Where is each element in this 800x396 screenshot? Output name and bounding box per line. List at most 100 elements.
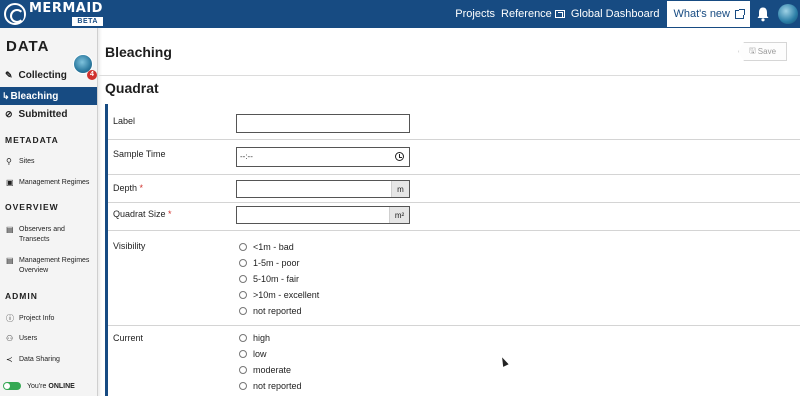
sidebar-item-mr-overview[interactable]: ▤ Management Regimes Overview [0, 256, 97, 276]
visibility-option[interactable]: not reported [239, 303, 319, 319]
user-avatar[interactable] [778, 4, 798, 24]
admin-heading: ADMIN [5, 291, 38, 301]
current-option[interactable]: high [239, 330, 302, 346]
form-row-visibility: Visibility <1m - bad 1-5m - poor 5-10m -… [108, 231, 800, 326]
sidebar-item-label: Management Regimes Overview [19, 257, 90, 274]
radio-button[interactable] [239, 350, 247, 358]
page-title: Bleaching [105, 44, 172, 60]
quadrat-size-required-marker: * [168, 209, 172, 219]
depth-required-marker: * [139, 183, 144, 193]
current-label: Current [113, 333, 144, 343]
option-label: not reported [253, 306, 302, 316]
current-option[interactable]: moderate [239, 362, 302, 378]
save-icon: 🖫 [748, 45, 756, 55]
current-options: high low moderate not reported [239, 330, 302, 394]
form-row-label: Label [108, 104, 800, 140]
sidebar-item-submitted[interactable]: ⊘ Submitted [0, 105, 97, 123]
sidebar-item-data-sharing[interactable]: ≺ Data Sharing [0, 355, 97, 365]
quadrat-size-input[interactable]: m² [236, 206, 410, 224]
sidebar-item-label: Collecting [18, 69, 67, 81]
quadrat-size-label-text: Quadrat Size [113, 209, 166, 219]
sample-time-label: Sample Time [113, 149, 166, 159]
nav-reference-label: Reference [501, 8, 552, 20]
mermaid-logo-icon [4, 3, 26, 25]
option-label: 1-5m - poor [253, 258, 300, 268]
spreadsheet-icon [554, 10, 565, 18]
visibility-option[interactable]: 5-10m - fair [239, 271, 319, 287]
whats-new-button[interactable]: What's new [667, 1, 750, 27]
visibility-option[interactable]: 1-5m - poor [239, 255, 319, 271]
online-status-text: ONLINE [48, 382, 75, 390]
section-title: Quadrat [105, 80, 159, 96]
radio-button[interactable] [239, 259, 247, 267]
save-button[interactable]: 🖫 Save [738, 42, 787, 61]
label-input[interactable] [236, 114, 410, 133]
radio-button[interactable] [239, 334, 247, 342]
option-label: <1m - bad [253, 242, 294, 252]
sidebar-item-sites[interactable]: ⚲ Sites [0, 157, 97, 167]
sidebar-item-users[interactable]: ⚇ Users [0, 334, 97, 344]
sidebar-item-label: Observers and Transects [19, 226, 65, 243]
sidebar-item-label: Project Info [19, 315, 55, 322]
radio-button[interactable] [239, 307, 247, 315]
beta-badge: BETA [72, 17, 103, 26]
option-label: high [253, 333, 271, 343]
sidebar-item-observers-transects[interactable]: ▤ Observers and Transects [0, 225, 97, 245]
sidebar-item-label: Bleaching [10, 90, 59, 102]
nav-reference-link[interactable]: Reference [501, 8, 565, 20]
nav-global-dashboard-link[interactable]: Global Dashboard [571, 8, 660, 20]
label-field-label: Label [113, 116, 136, 126]
quadrat-form: Label Sample Time --:-- Depth * m Quadra… [105, 104, 800, 396]
visibility-option[interactable]: >10m - excellent [239, 287, 319, 303]
form-row-depth: Depth * m [108, 175, 800, 203]
depth-label: Depth * [113, 183, 143, 193]
sample-time-value: --:-- [240, 152, 253, 161]
visibility-option[interactable]: <1m - bad [239, 239, 319, 255]
sidebar-item-project-info[interactable]: ⓘ Project Info [0, 314, 97, 324]
current-option[interactable]: low [239, 346, 302, 362]
sidebar-shadow [98, 28, 102, 396]
option-label: not reported [253, 381, 302, 391]
radio-button[interactable] [239, 243, 247, 251]
mermaid-logo[interactable]: MERMAID BETA [4, 2, 103, 26]
visibility-label: Visibility [113, 241, 146, 251]
quadrat-size-unit: m² [389, 207, 409, 223]
whats-new-label: What's new [673, 8, 730, 20]
online-status: You're ONLINE [3, 382, 75, 390]
radio-button[interactable] [239, 291, 247, 299]
check-icon: ✎ [5, 69, 13, 80]
sidebar-item-label: Users [19, 335, 38, 342]
radio-button[interactable] [239, 275, 247, 283]
radio-button[interactable] [239, 382, 247, 390]
form-row-current: Current high low moderate not reported [108, 326, 800, 396]
sidebar-item-management-regimes[interactable]: ▣ Management Regimes [0, 178, 97, 188]
bell-icon[interactable] [756, 6, 770, 22]
radio-button[interactable] [239, 366, 247, 374]
online-toggle[interactable] [3, 382, 21, 390]
check-circle-icon: ⊘ [5, 108, 13, 119]
depth-label-text: Depth [113, 183, 138, 193]
current-option[interactable]: not reported [239, 378, 302, 394]
form-row-sample-time: Sample Time --:-- [108, 140, 800, 175]
depth-input[interactable]: m [236, 180, 410, 198]
table-icon: ▤ [6, 225, 14, 234]
visibility-options: <1m - bad 1-5m - poor 5-10m - fair >10m … [239, 239, 319, 319]
sidebar-item-label: Sites [19, 158, 35, 165]
option-label: low [253, 349, 267, 359]
sidebar-item-label: Submitted [18, 108, 68, 120]
top-nav: Projects Reference Global Dashboard What… [455, 0, 800, 28]
sample-time-input[interactable]: --:-- [236, 147, 410, 167]
sidebar-item-bleaching[interactable]: ↳ Bleaching [0, 87, 97, 105]
sidebar-item-label: Management Regimes [19, 179, 90, 186]
sidebar-item-label: Data Sharing [19, 356, 60, 363]
share-icon: ≺ [6, 355, 13, 364]
nav-projects-link[interactable]: Projects [455, 8, 495, 20]
metadata-heading: METADATA [5, 135, 59, 145]
table-icon: ▤ [6, 256, 14, 265]
option-label: 5-10m - fair [253, 274, 300, 284]
quadrat-size-label: Quadrat Size * [113, 209, 172, 219]
document-icon: ▣ [6, 178, 14, 187]
sidebar: DATA 4 ✎ Collecting ↳ Bleaching ⊘ Submit… [0, 28, 98, 396]
sidebar-item-collecting[interactable]: ✎ Collecting [0, 66, 97, 84]
form-row-quadrat-size: Quadrat Size * m² [108, 203, 800, 231]
